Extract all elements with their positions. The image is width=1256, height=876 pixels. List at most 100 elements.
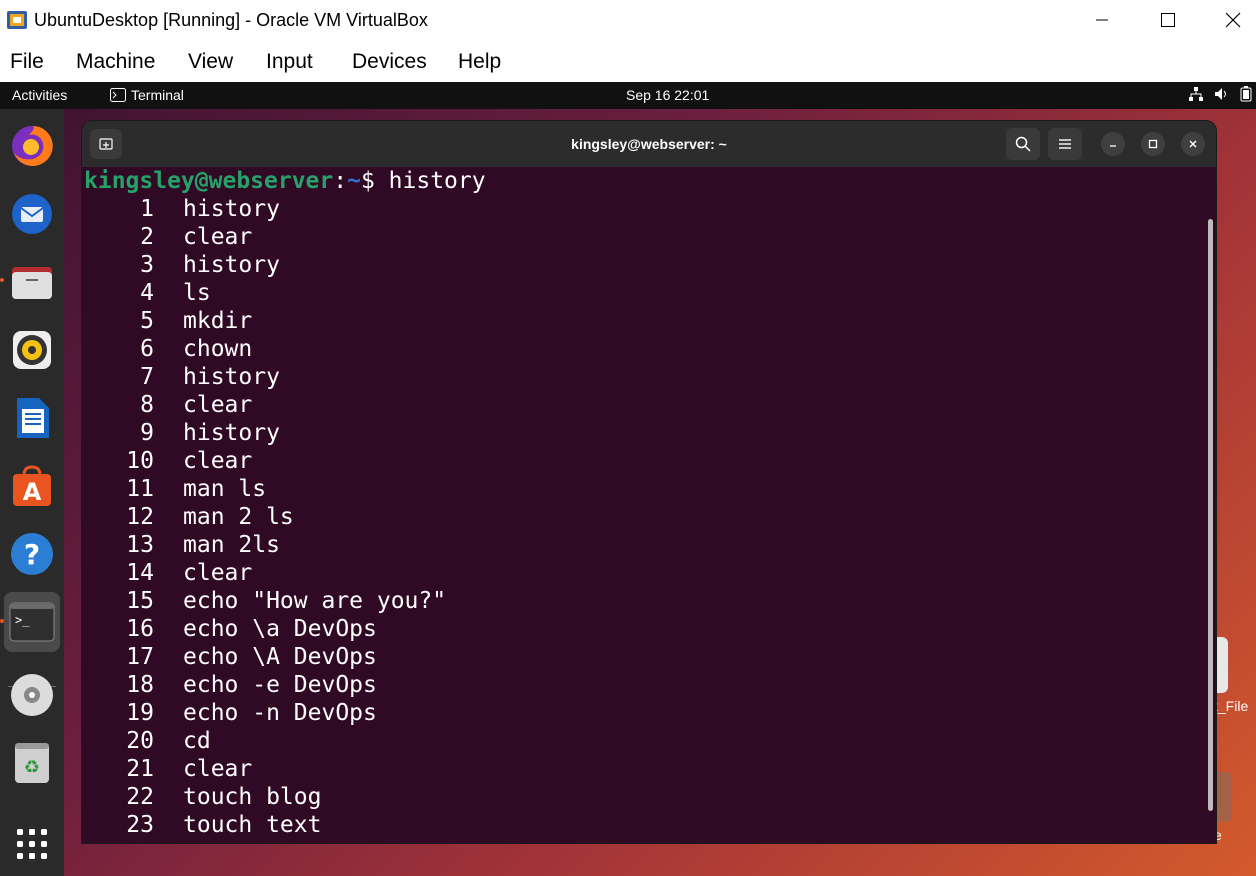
history-command: history bbox=[183, 196, 280, 222]
close-icon bbox=[1189, 140, 1197, 148]
prompt-line: kingsley@webserver:~$ history bbox=[84, 167, 486, 195]
history-entry: 8 clear bbox=[84, 391, 1184, 419]
app-menu-label: Terminal bbox=[131, 87, 184, 103]
gnome-top-bar: Activities Terminal Sep 16 22:01 bbox=[0, 82, 1256, 109]
terminal-menu-button[interactable] bbox=[1048, 128, 1082, 160]
rhythmbox-icon bbox=[13, 331, 51, 369]
history-command: touch blog bbox=[183, 784, 322, 810]
svg-text:>_: >_ bbox=[15, 613, 30, 627]
menu-file[interactable]: File bbox=[10, 50, 44, 74]
guest-screen[interactable]: Activities Terminal Sep 16 22:01 A ? >_ … bbox=[0, 82, 1256, 876]
system-tray[interactable] bbox=[1188, 86, 1252, 102]
terminal-maximize-button[interactable] bbox=[1141, 132, 1165, 156]
history-number: 5 bbox=[140, 308, 154, 334]
activities-button[interactable]: Activities bbox=[12, 87, 67, 103]
history-entry: 2 clear bbox=[84, 223, 1184, 251]
menu-help[interactable]: Help bbox=[458, 50, 501, 74]
dock-terminal[interactable]: >_ bbox=[4, 592, 60, 652]
history-command: history bbox=[183, 252, 280, 278]
new-tab-button[interactable] bbox=[90, 129, 122, 159]
terminal-search-button[interactable] bbox=[1006, 128, 1040, 160]
close-icon bbox=[1225, 12, 1241, 28]
desktop-file-label[interactable]: t_File bbox=[1214, 698, 1248, 714]
menu-input[interactable]: Input bbox=[266, 50, 313, 74]
history-command: man 2 ls bbox=[183, 504, 294, 530]
writer-icon bbox=[17, 398, 49, 438]
history-number: 11 bbox=[126, 476, 154, 502]
history-entry: 11 man ls bbox=[84, 475, 1184, 503]
history-number: 16 bbox=[126, 616, 154, 642]
dock-writer[interactable] bbox=[4, 388, 60, 448]
dock-files[interactable] bbox=[4, 252, 60, 312]
history-command: clear bbox=[183, 560, 253, 586]
history-number: 19 bbox=[126, 700, 154, 726]
history-number: 7 bbox=[140, 364, 154, 390]
menu-machine[interactable]: Machine bbox=[76, 50, 155, 74]
history-number: 3 bbox=[140, 252, 154, 278]
clock[interactable]: Sep 16 22:01 bbox=[626, 87, 709, 103]
history-command: history bbox=[183, 364, 280, 390]
dock-show-apps[interactable] bbox=[4, 814, 60, 874]
history-entry: 10 clear bbox=[84, 447, 1184, 475]
search-icon bbox=[1015, 136, 1031, 152]
history-command: mkdir bbox=[183, 308, 253, 334]
terminal-scrollbar[interactable] bbox=[1208, 219, 1213, 811]
maximize-button[interactable] bbox=[1145, 0, 1191, 40]
terminal-minimize-button[interactable] bbox=[1101, 132, 1125, 156]
history-command: echo -e DevOps bbox=[183, 672, 377, 698]
dock-firefox[interactable] bbox=[4, 116, 60, 176]
close-window-button[interactable] bbox=[1210, 0, 1256, 40]
terminal-close-button[interactable] bbox=[1181, 132, 1205, 156]
menu-devices[interactable]: Devices bbox=[352, 50, 427, 74]
history-command: echo \A DevOps bbox=[183, 644, 377, 670]
history-entry: 18 echo -e DevOps bbox=[84, 671, 1184, 699]
history-entry: 15 echo "How are you?" bbox=[84, 587, 1184, 615]
history-entry: 23 touch text bbox=[84, 811, 1184, 839]
ubuntu-dock: A ? >_ ♻ bbox=[0, 109, 64, 876]
svg-text:♻: ♻ bbox=[24, 757, 40, 778]
terminal-title: kingsley@webserver: ~ bbox=[571, 136, 727, 152]
minimize-button[interactable] bbox=[1079, 0, 1125, 40]
menu-view[interactable]: View bbox=[188, 50, 233, 74]
history-entry: 12 man 2 ls bbox=[84, 503, 1184, 531]
history-number: 9 bbox=[140, 420, 154, 446]
dock-rhythmbox[interactable] bbox=[4, 320, 60, 380]
history-number: 20 bbox=[126, 728, 154, 754]
history-command: cd bbox=[183, 728, 211, 754]
dock-trash[interactable]: ♻ bbox=[4, 733, 60, 793]
dock-help[interactable]: ? bbox=[4, 524, 60, 584]
prompt-colon: : bbox=[333, 168, 348, 194]
history-command: echo \a DevOps bbox=[183, 616, 377, 642]
history-command: ls bbox=[183, 280, 211, 306]
maximize-icon bbox=[1161, 13, 1175, 27]
prompt-path: ~ bbox=[347, 168, 361, 194]
dock-app-center[interactable]: A bbox=[4, 456, 60, 516]
history-entry: 9 history bbox=[84, 419, 1184, 447]
battery-icon bbox=[1240, 86, 1252, 102]
history-command: man ls bbox=[183, 476, 267, 502]
history-number: 13 bbox=[126, 532, 154, 558]
history-command: man 2ls bbox=[183, 532, 280, 558]
dock-dvd[interactable] bbox=[4, 665, 60, 725]
terminal-output[interactable]: kingsley@webserver:~$ history 1 history 2 c… bbox=[82, 167, 1216, 843]
history-number: 8 bbox=[140, 392, 154, 418]
history-command: clear bbox=[183, 392, 253, 418]
terminal-header-bar[interactable]: kingsley@webserver: ~ bbox=[82, 121, 1216, 167]
dock-thunderbird[interactable] bbox=[4, 184, 60, 244]
minimize-icon bbox=[1110, 145, 1116, 147]
maximize-icon bbox=[1148, 139, 1158, 149]
virtualbox-title-bar: UbuntuDesktop [Running] - Oracle VM Virt… bbox=[0, 0, 1256, 42]
virtualbox-app-icon bbox=[7, 11, 27, 29]
history-command: history bbox=[183, 420, 280, 446]
history-number: 2 bbox=[140, 224, 154, 250]
terminal-window[interactable]: kingsley@webserver: ~ kingsley@webserver… bbox=[82, 121, 1216, 843]
history-command: clear bbox=[183, 224, 253, 250]
history-number: 15 bbox=[126, 588, 154, 614]
history-entry: 22 touch blog bbox=[84, 783, 1184, 811]
history-entry: 20 cd bbox=[84, 727, 1184, 755]
history-number: 17 bbox=[126, 644, 154, 670]
app-menu[interactable]: Terminal bbox=[110, 87, 184, 103]
svg-text:A: A bbox=[23, 478, 42, 506]
app-center-icon: A bbox=[13, 465, 51, 506]
history-number: 18 bbox=[126, 672, 154, 698]
